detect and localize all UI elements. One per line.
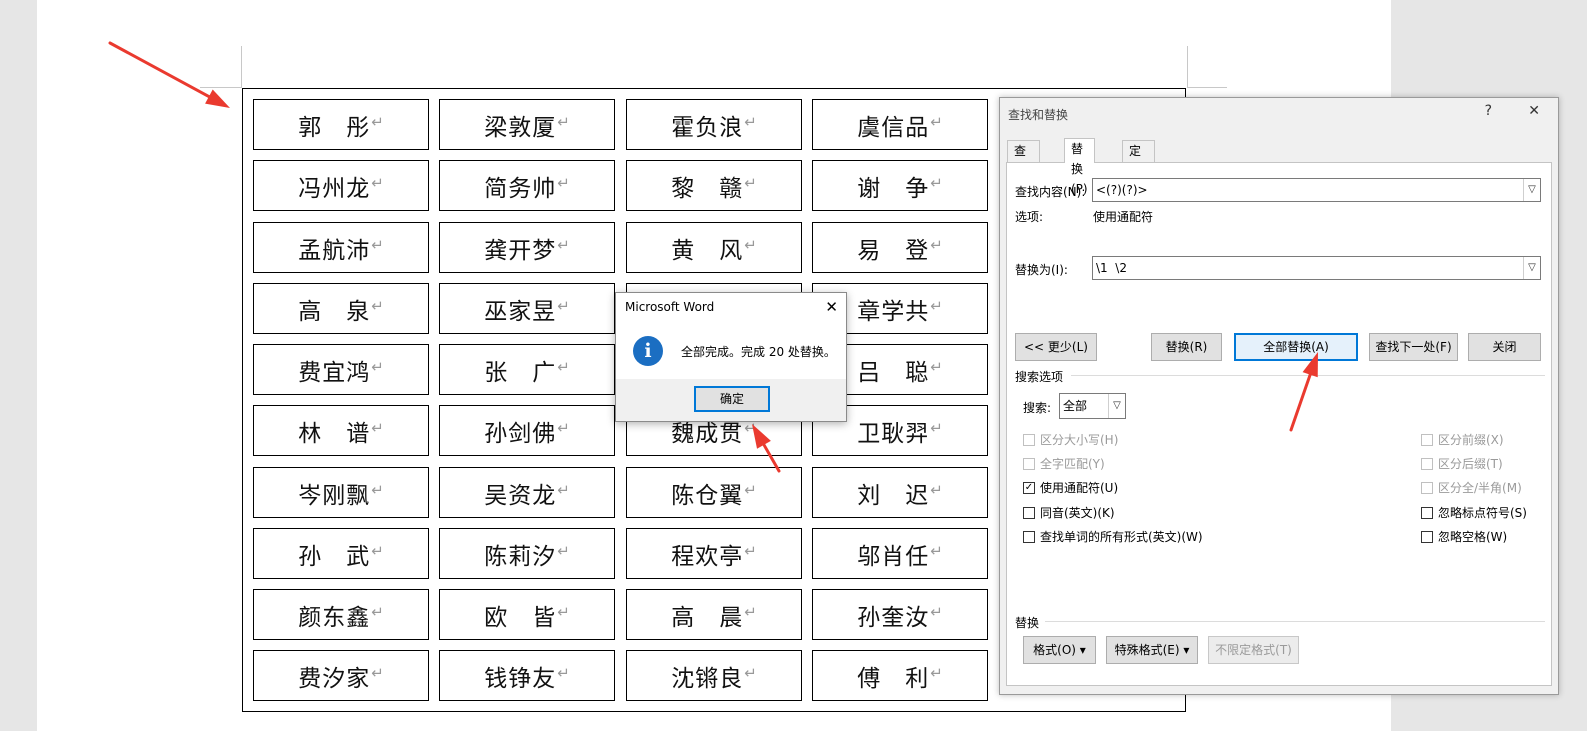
arrow-head — [752, 424, 771, 449]
annotation-arrow — [108, 41, 1318, 473]
arrow-shaft — [762, 443, 781, 473]
arrow-shaft — [1289, 373, 1312, 432]
tab-replace[interactable]: 替换(P) — [1064, 138, 1095, 196]
arrow-head — [1302, 352, 1318, 378]
arrow-shaft — [108, 41, 211, 99]
arrow-head — [205, 89, 230, 108]
